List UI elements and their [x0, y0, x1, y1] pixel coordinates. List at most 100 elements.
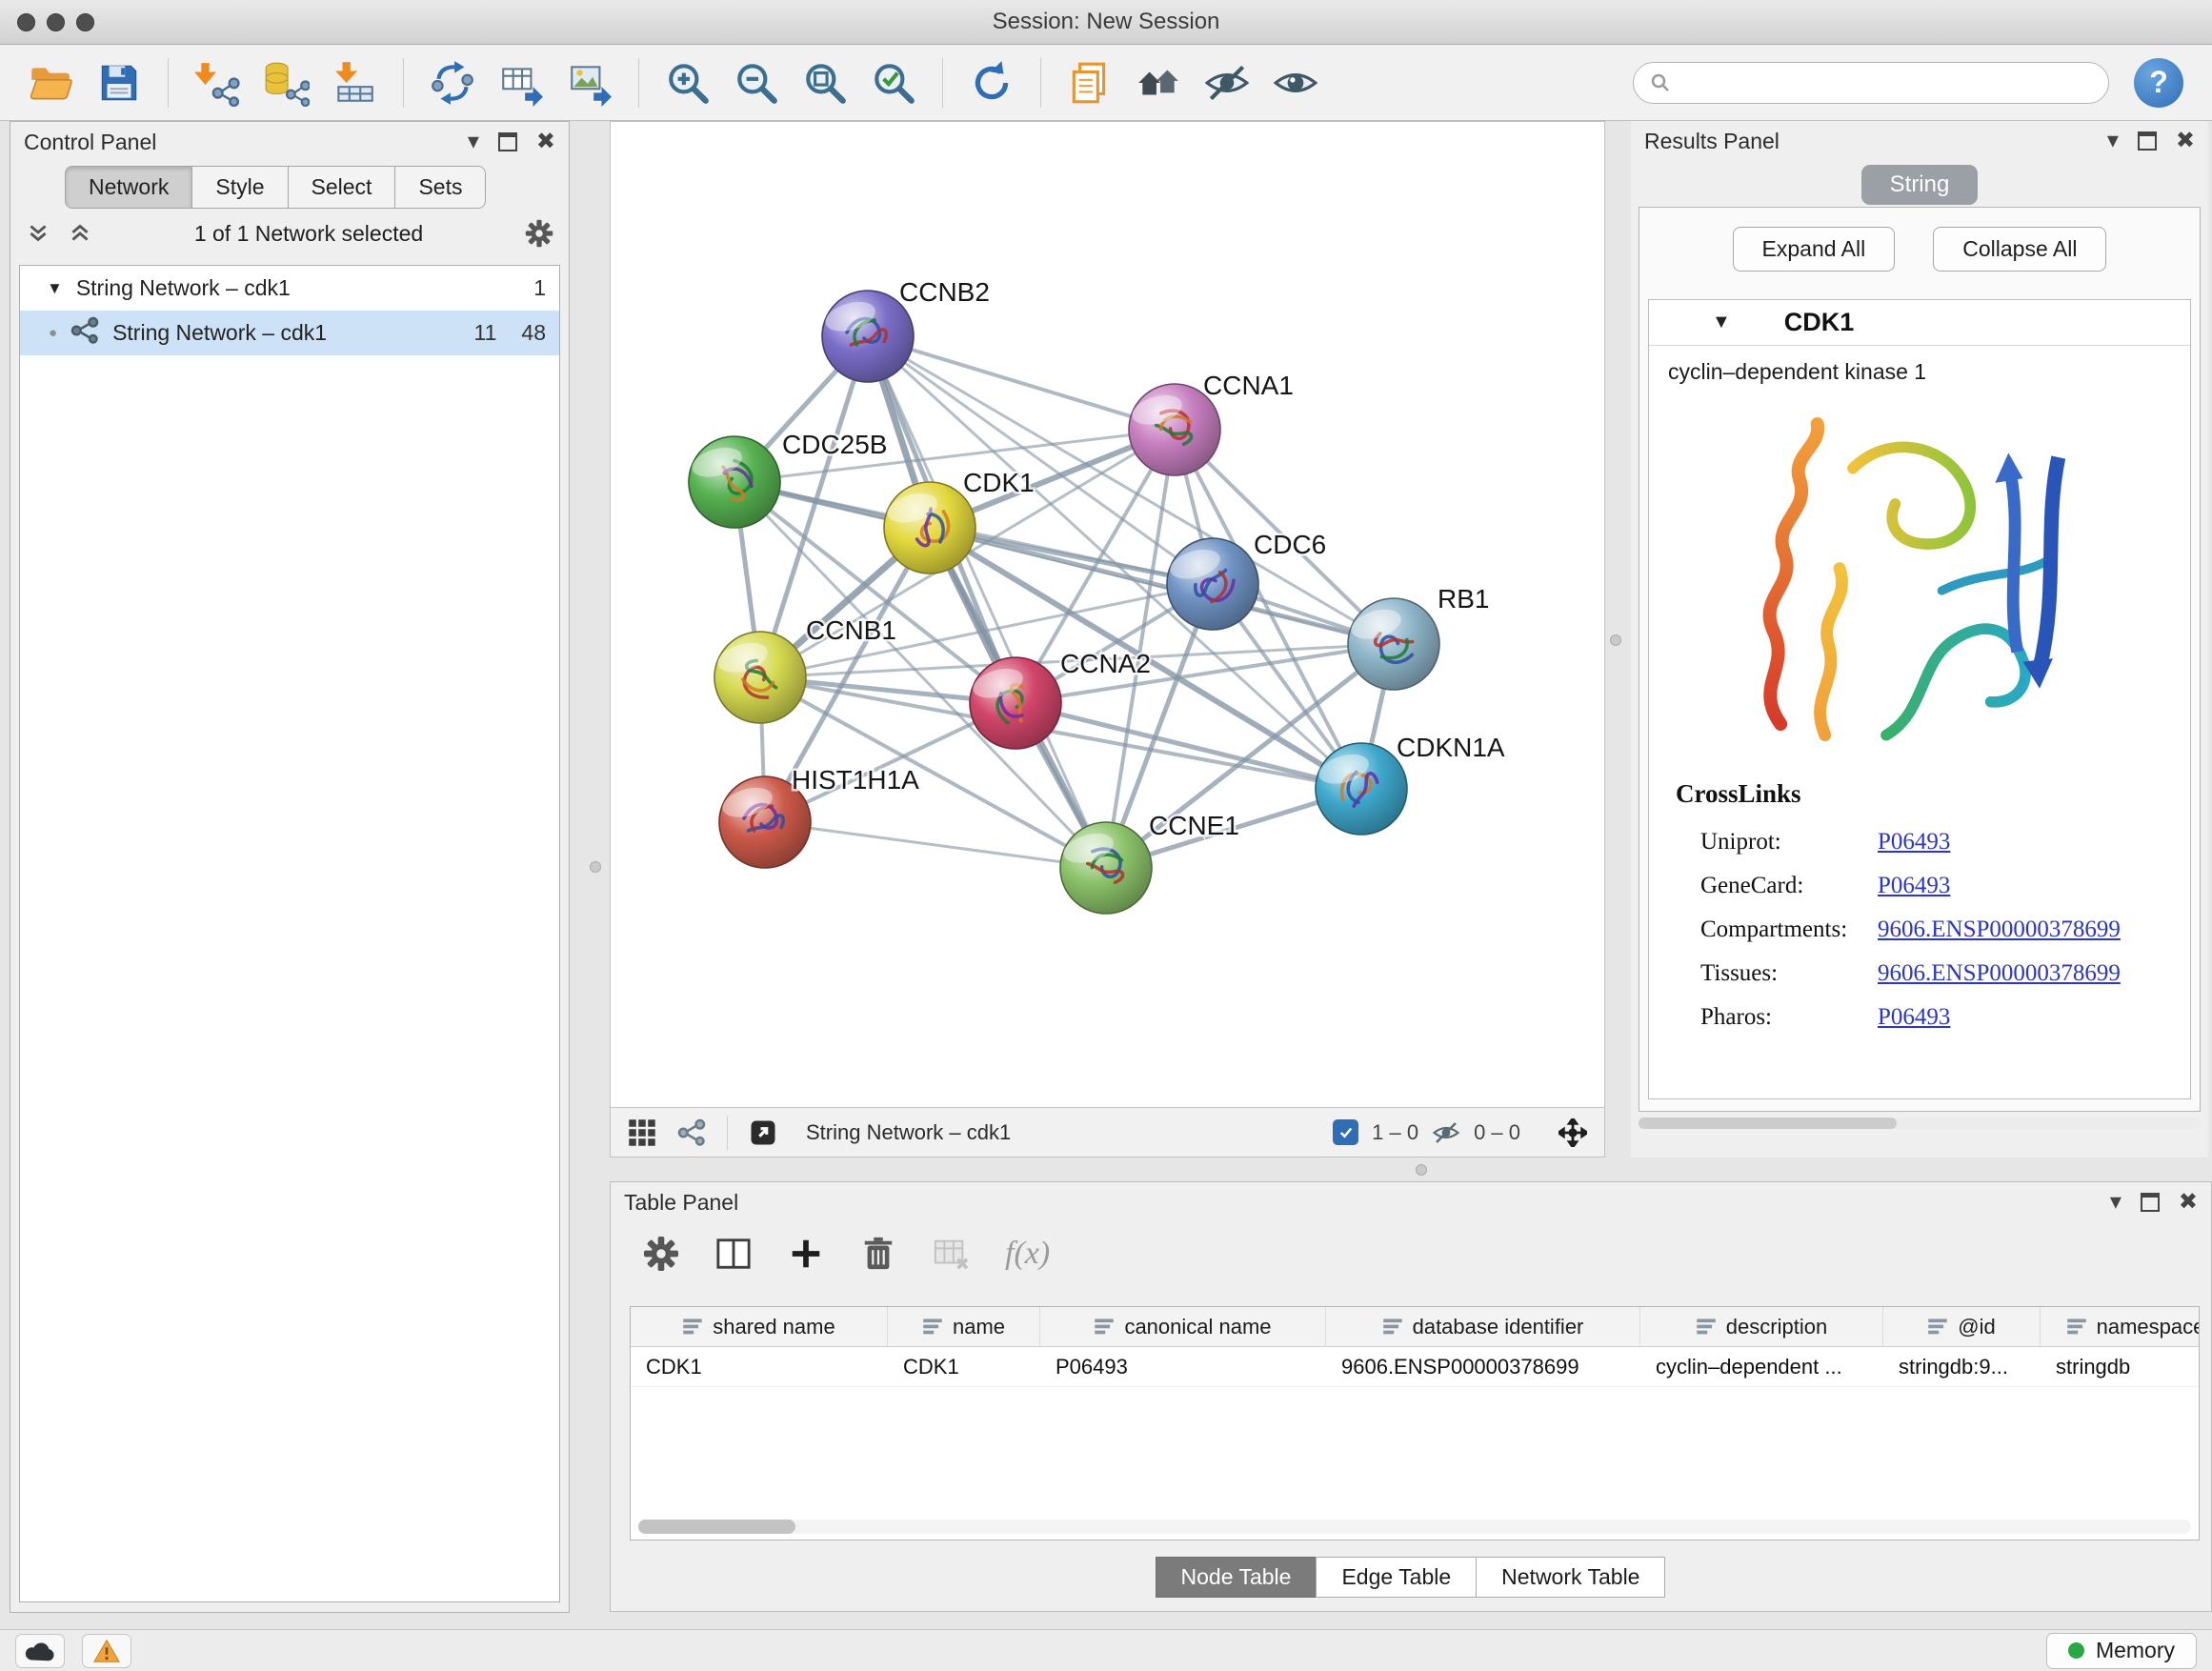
results-horizontal-scrollbar[interactable] [1639, 1117, 2201, 1129]
tab-sets[interactable]: Sets [394, 166, 486, 209]
zoom-selected-button[interactable] [864, 53, 923, 112]
panel-menu-icon[interactable]: ▾ [2110, 1191, 2122, 1214]
search-input[interactable] [1681, 70, 2093, 95]
string-results-tab[interactable]: String [1861, 165, 1979, 205]
delete-table-icon-disabled [933, 1236, 969, 1272]
column-header[interactable]: database identifier [1326, 1307, 1640, 1346]
node-CDKN1A[interactable] [1316, 743, 1407, 835]
network-overview-button[interactable] [1129, 53, 1188, 112]
apply-layout-button[interactable] [962, 53, 1021, 112]
network-canvas[interactable]: CCNB2CCNA1CDC25BCDK1CDC6RB1CCNB1CCNA2CDK… [611, 122, 1604, 1107]
node-CCNE1[interactable] [1060, 822, 1152, 914]
crosslink-link[interactable]: P06493 [1878, 1004, 1950, 1031]
network-collection-row[interactable]: ▼ String Network – cdk1 1 [20, 266, 559, 311]
tab-edge-table[interactable]: Edge Table [1316, 1557, 1477, 1598]
float-panel-icon[interactable] [2141, 1193, 2160, 1212]
node-CCNA2[interactable] [970, 657, 1061, 749]
import-network-file-button[interactable] [188, 53, 247, 112]
tab-node-table[interactable]: Node Table [1156, 1557, 1317, 1598]
help-button[interactable]: ? [2134, 58, 2183, 108]
export-view-icon[interactable] [749, 1118, 777, 1147]
crosslink-link[interactable]: P06493 [1878, 829, 1950, 856]
collapse-section-icon[interactable]: ▼ [1712, 312, 1731, 333]
tab-network-table[interactable]: Network Table [1476, 1557, 1665, 1598]
hidden-eye-slash-icon[interactable] [1432, 1118, 1460, 1147]
delete-column-trash-icon[interactable] [860, 1236, 896, 1272]
selected-checkbox-icon[interactable] [1333, 1119, 1358, 1145]
clone-network-button[interactable] [423, 53, 482, 112]
network-row-selected[interactable]: ● String Network – cdk1 11 48 [20, 311, 559, 355]
collapse-all-icon[interactable] [26, 221, 50, 246]
crosslink-row: Uniprot: P06493 [1676, 820, 2190, 864]
tab-select[interactable]: Select [288, 166, 396, 209]
column-header[interactable]: description [1640, 1307, 1883, 1346]
table-settings-gear-icon[interactable] [643, 1236, 679, 1272]
show-columns-icon[interactable] [715, 1236, 752, 1272]
close-window-button[interactable] [17, 13, 35, 31]
edge-HIST1H1A-CCNE1[interactable] [765, 822, 1106, 868]
zoom-in-button[interactable] [658, 53, 717, 112]
import-network-database-button[interactable] [256, 53, 315, 112]
column-header[interactable]: name [888, 1307, 1040, 1346]
column-header[interactable]: @id [1883, 1307, 2041, 1346]
node-CDK1[interactable] [884, 482, 975, 574]
node-RB1[interactable] [1348, 598, 1439, 690]
panel-menu-icon[interactable]: ▾ [468, 131, 479, 153]
tree-expanded-icon[interactable]: ▼ [47, 279, 63, 298]
tab-style[interactable]: Style [191, 166, 288, 209]
function-builder-button[interactable]: f(x) [1005, 1236, 1050, 1272]
save-session-button[interactable] [90, 53, 149, 112]
search-field[interactable] [1633, 62, 2109, 104]
fit-selected-crosshair-icon[interactable] [1558, 1118, 1587, 1147]
close-panel-icon[interactable]: ✖ [2176, 130, 2195, 152]
protein-card-header[interactable]: ▼ CDK1 [1649, 300, 2190, 346]
edge-CCNB2-CCNA1[interactable] [868, 336, 1175, 430]
minimize-window-button[interactable] [47, 13, 65, 31]
crosslink-link[interactable]: 9606.ENSP00000378699 [1878, 960, 2121, 987]
bottom-splitter-handle[interactable] [1416, 1164, 1427, 1176]
close-panel-icon[interactable]: ✖ [536, 131, 555, 153]
show-all-button[interactable] [1266, 53, 1325, 112]
zoom-fit-button[interactable] [795, 53, 855, 112]
tab-network[interactable]: Network [65, 166, 192, 209]
cloud-icon [24, 1640, 56, 1662]
crosslink-link[interactable]: 9606.ENSP00000378699 [1878, 916, 2121, 943]
float-panel-icon[interactable] [498, 132, 517, 151]
birdseye-view-icon[interactable] [677, 1118, 706, 1147]
zoom-selected-icon [870, 59, 917, 107]
import-network-file-icon [193, 59, 241, 107]
zoom-window-button[interactable] [76, 13, 94, 31]
node-CDC6[interactable] [1167, 538, 1258, 630]
column-header[interactable]: canonical name [1040, 1307, 1326, 1346]
protein-structure-image [1719, 391, 2120, 764]
export-table-button[interactable] [492, 53, 551, 112]
import-table-button[interactable] [325, 53, 384, 112]
add-column-plus-icon[interactable] [788, 1236, 824, 1272]
float-panel-icon[interactable] [2138, 131, 2157, 151]
close-panel-icon[interactable]: ✖ [2179, 1191, 2198, 1214]
panel-menu-icon[interactable]: ▾ [2107, 130, 2119, 152]
gear-icon[interactable] [525, 219, 553, 248]
right-splitter-handle[interactable] [1610, 634, 1621, 646]
protein-card-cdk1: ▼ CDK1 cyclin–dependent kinase 1 [1648, 299, 2191, 1099]
column-header[interactable]: namespace [2041, 1307, 2200, 1346]
grid-view-icon[interactable] [628, 1118, 656, 1147]
memory-button[interactable]: Memory [2046, 1633, 2197, 1669]
duplicate-document-button[interactable] [1060, 53, 1119, 112]
node-CCNB1[interactable] [714, 632, 806, 723]
zoom-out-button[interactable] [727, 53, 786, 112]
crosslink-link[interactable]: P06493 [1878, 873, 1950, 899]
export-image-button[interactable] [560, 53, 619, 112]
left-splitter-handle[interactable] [590, 861, 601, 873]
column-header[interactable]: shared name [631, 1307, 888, 1346]
warnings-button[interactable] [82, 1634, 131, 1668]
open-session-button[interactable] [21, 53, 80, 112]
cloud-status-button[interactable] [15, 1634, 65, 1668]
collapse-all-button[interactable]: Collapse All [1933, 227, 2106, 272]
hide-selected-button[interactable] [1197, 53, 1257, 112]
table-horizontal-scrollbar[interactable] [638, 1520, 2191, 1534]
expand-all-button[interactable]: Expand All [1733, 227, 1896, 272]
node-CDC25B[interactable] [689, 436, 780, 528]
table-row[interactable]: CDK1 CDK1 P06493 9606.ENSP00000378699 cy… [631, 1347, 2199, 1387]
expand-all-icon[interactable] [68, 221, 92, 246]
